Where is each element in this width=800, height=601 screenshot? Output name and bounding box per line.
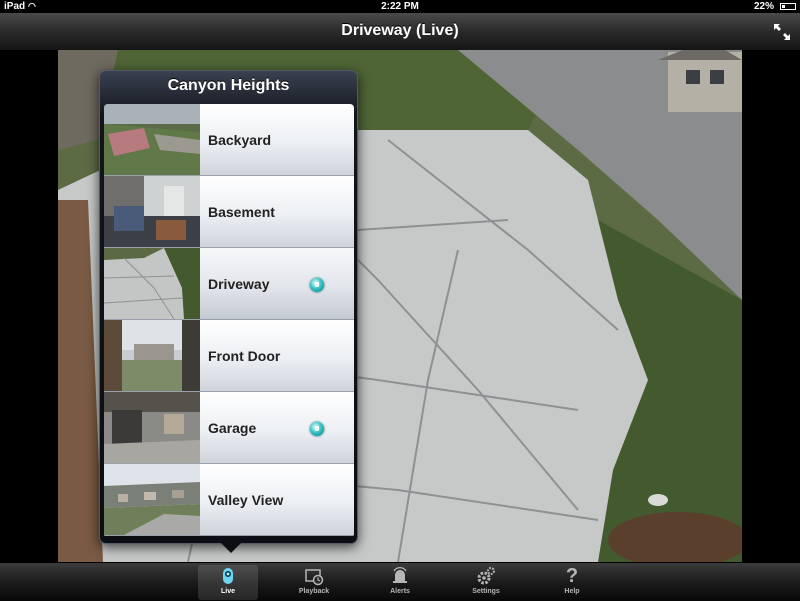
camera-label: Valley View <box>208 492 284 508</box>
camera-item-garage[interactable]: Garage <box>104 392 354 464</box>
motion-alert-icon[interactable] <box>310 422 324 436</box>
title-bar: Driveway (Live) <box>0 13 800 51</box>
popover-arrow <box>221 543 241 553</box>
camera-thumbnail <box>104 320 200 391</box>
camera-item-valley-view[interactable]: Valley View <box>104 464 354 536</box>
camera-label: Garage <box>208 420 257 436</box>
camera-thumbnail <box>104 464 200 535</box>
camera-icon <box>198 566 258 586</box>
battery-percent: 22% <box>753 1 774 12</box>
tab-label: Help <box>564 588 580 595</box>
tab-help[interactable]: ? Help <box>542 565 602 600</box>
tab-label: Alerts <box>390 588 410 595</box>
camera-thumbnail <box>104 248 200 319</box>
camera-list: Backyard Basement Driveway Front Door Ga… <box>104 104 354 538</box>
camera-label: Front Door <box>208 348 281 364</box>
camera-thumbnail <box>104 176 200 247</box>
tab-label: Settings <box>472 588 500 595</box>
playback-icon <box>284 566 344 586</box>
help-icon: ? <box>565 565 579 587</box>
tab-settings[interactable]: Settings <box>456 565 516 600</box>
tab-alerts[interactable]: Alerts <box>370 565 430 600</box>
motion-alert-icon[interactable] <box>310 278 324 292</box>
camera-item-front-door[interactable]: Front Door <box>104 320 354 392</box>
gear-icon <box>456 566 516 586</box>
camera-label: Basement <box>208 204 275 220</box>
battery-icon <box>780 3 796 10</box>
site-title: Canyon Heights <box>167 77 290 94</box>
camera-list-popover: Canyon Heights Backyard Basement Drivewa… <box>99 70 358 553</box>
camera-item-backyard[interactable]: Backyard <box>104 104 354 176</box>
camera-thumbnail <box>104 104 200 175</box>
camera-thumbnail <box>104 392 200 463</box>
camera-item-basement[interactable]: Basement <box>104 176 354 248</box>
status-bar: iPad ◠ 2:22 PM 22% <box>0 0 800 13</box>
alerts-icon <box>370 566 430 586</box>
fullscreen-icon[interactable] <box>772 22 792 42</box>
camera-label: Backyard <box>208 132 272 148</box>
page-title: Driveway (Live) <box>341 22 459 39</box>
camera-label: Driveway <box>208 276 270 292</box>
tab-playback[interactable]: Playback <box>284 565 344 600</box>
tab-bar: Live Playback Alerts Settings ? Help <box>0 562 800 601</box>
tab-label: Live <box>220 588 235 595</box>
camera-item-driveway[interactable]: Driveway <box>104 248 354 320</box>
tab-live[interactable]: Live <box>198 565 258 600</box>
status-time: 2:22 PM <box>381 1 419 12</box>
tab-label: Playback <box>298 588 330 595</box>
